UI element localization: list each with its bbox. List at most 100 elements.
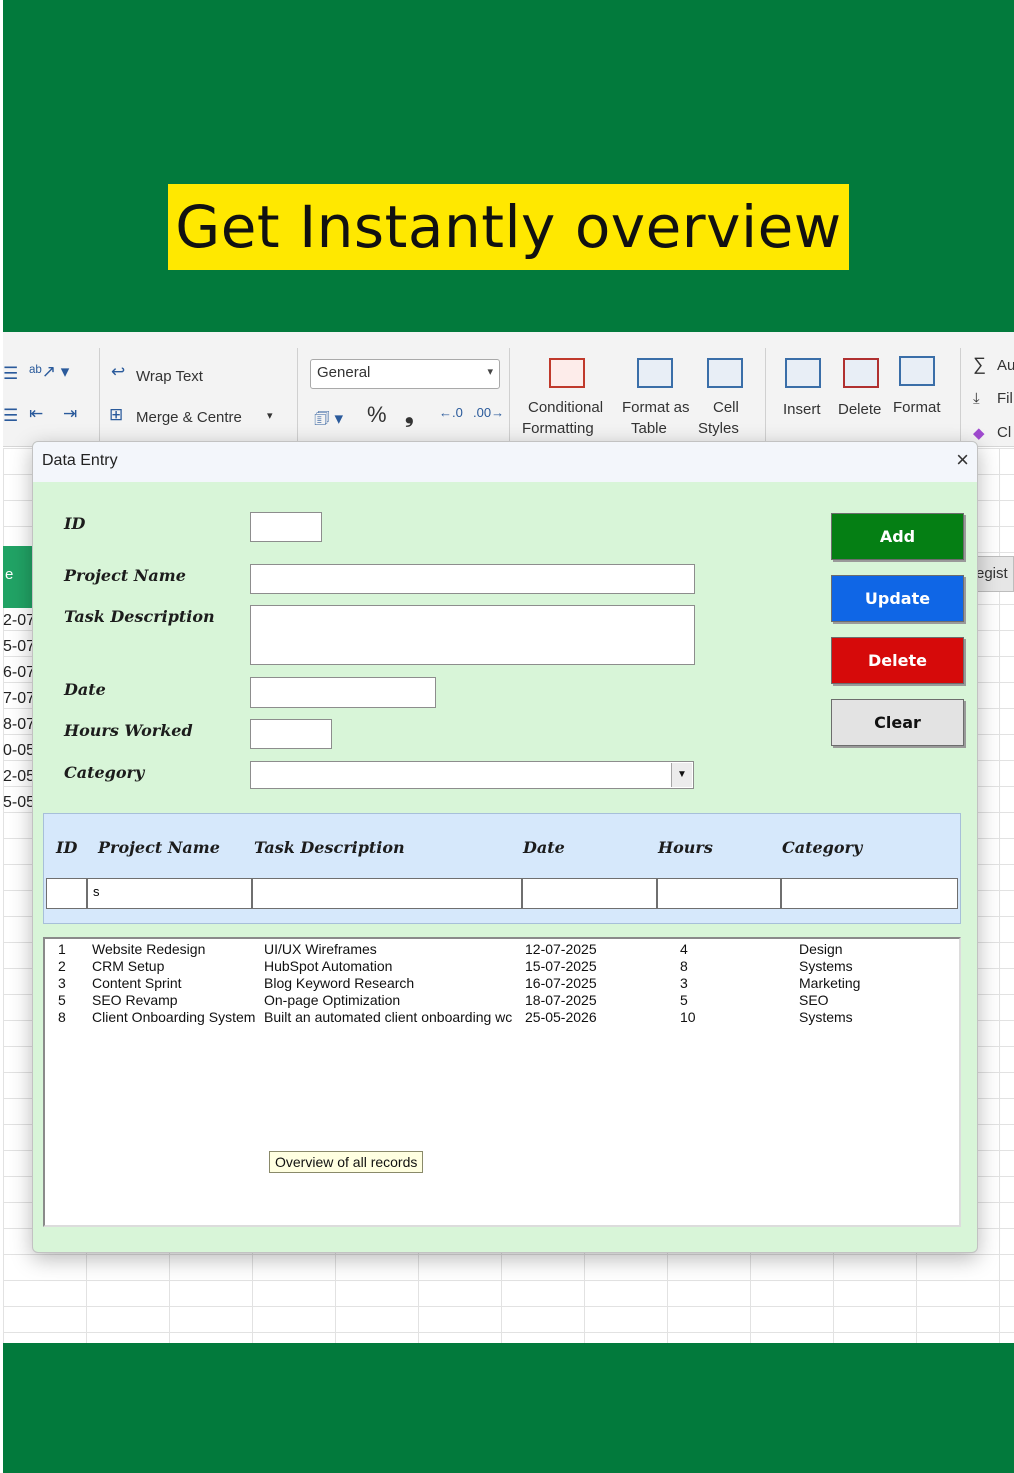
filter-id-text[interactable] [52, 884, 81, 899]
cell-value[interactable]: 0-05 [3, 742, 35, 760]
filter-task-description-input[interactable] [252, 878, 522, 909]
filter-header-project-name: Project Name [98, 838, 220, 857]
decrease-decimal-icon[interactable]: .00→ [473, 405, 504, 420]
currency-icon[interactable]: 🗊 ▾ [314, 406, 343, 435]
delete-button[interactable]: Delete [831, 637, 964, 684]
project-name-input[interactable] [251, 565, 694, 593]
record-date: 12-07-2025 [525, 941, 597, 957]
autosum-button[interactable]: Au [997, 357, 1014, 374]
cell-value[interactable]: 2-05 [3, 768, 35, 786]
conditional-formatting-label-1[interactable]: Conditional [528, 399, 603, 416]
decrease-indent-icon[interactable]: ⇤ [29, 404, 43, 424]
filter-id-input[interactable] [46, 878, 87, 909]
records-listbox[interactable]: 1 Website Redesign UI/UX Wireframes 12-0… [43, 937, 961, 1227]
list-item[interactable]: 2 CRM Setup HubSpot Automation 15-07-202… [45, 958, 959, 975]
merge-centre-icon: ⊞ [109, 405, 124, 424]
clear-icon: ◆ [973, 425, 985, 442]
record-project: CRM Setup [92, 958, 165, 974]
id-field[interactable] [250, 512, 322, 542]
cell-value[interactable]: 6-07 [3, 664, 35, 682]
increase-decimal-icon[interactable]: ←.0 [439, 405, 463, 420]
dialog-title: Data Entry [42, 452, 118, 469]
cell-value[interactable]: 8-07 [3, 716, 35, 734]
hours-worked-input[interactable] [251, 720, 331, 748]
merge-centre-button[interactable]: Merge & Centre [136, 409, 242, 426]
number-format-select[interactable]: General ▾ [310, 359, 500, 389]
comma-button[interactable]: ❟ [405, 402, 414, 428]
align-icon[interactable]: ☰ [3, 364, 18, 384]
conditional-formatting-icon [549, 358, 585, 388]
format-cells-button[interactable]: Format [893, 399, 941, 416]
cell-value[interactable]: 5-07 [3, 638, 35, 656]
format-as-table-label-1[interactable]: Format as [622, 399, 690, 416]
record-date: 25-05-2026 [525, 1009, 597, 1025]
cell-styles-label-1[interactable]: Cell [713, 399, 739, 416]
record-id: 2 [58, 958, 66, 974]
filter-panel: ID Project Name Task Description Date Ho… [43, 813, 961, 924]
filter-hours-input[interactable] [657, 878, 781, 909]
cell-styles-icon [707, 358, 743, 388]
insert-icon [785, 358, 821, 388]
headline: Get Instantly overview [168, 184, 849, 270]
list-item[interactable]: 3 Content Sprint Blog Keyword Research 1… [45, 975, 959, 992]
record-id: 8 [58, 1009, 66, 1025]
increase-indent-icon[interactable]: ⇥ [63, 404, 77, 424]
dialog-titlebar[interactable]: Data Entry × [33, 442, 977, 482]
filter-category-input[interactable] [781, 878, 958, 909]
category-combo[interactable]: ▼ [250, 761, 694, 789]
filter-category-text[interactable] [787, 884, 952, 899]
merge-dropdown-icon[interactable]: ▾ [267, 409, 273, 422]
list-item[interactable]: 1 Website Redesign UI/UX Wireframes 12-0… [45, 941, 959, 958]
add-button[interactable]: Add [831, 513, 964, 560]
cell-value[interactable]: 2-07 [3, 612, 35, 630]
filter-header-date: Date [523, 838, 565, 857]
clear-button[interactable]: Cl [997, 424, 1011, 441]
align-right-icon[interactable]: ☰ [3, 406, 18, 426]
fill-button[interactable]: Fil [997, 390, 1013, 407]
filter-hours-text[interactable] [663, 884, 775, 899]
format-as-table-label-2[interactable]: Table [631, 420, 667, 437]
register-button[interactable]: egist [975, 556, 1014, 592]
chevron-down-icon[interactable]: ▼ [671, 763, 692, 787]
record-task: HubSpot Automation [264, 958, 393, 974]
record-task: Built an automated client onboarding wc [264, 1009, 513, 1025]
task-description-input[interactable] [251, 606, 694, 664]
number-format-value: General [317, 364, 371, 381]
cell-value[interactable]: 7-07 [3, 690, 35, 708]
record-category: Systems [799, 1009, 853, 1025]
orientation-icon[interactable]: ᵃᵇ↗ ▾ [29, 362, 69, 382]
cell-value[interactable]: 5-05 [3, 794, 35, 812]
record-category: SEO [799, 992, 829, 1008]
record-task: On-page Optimization [264, 992, 401, 1008]
category-label: Category [64, 763, 145, 782]
fill-icon: ⤓ [973, 390, 980, 407]
wrap-text-button[interactable]: Wrap Text [136, 368, 203, 385]
filter-task-description-text[interactable] [258, 884, 516, 899]
close-icon[interactable]: × [956, 447, 969, 473]
hours-worked-field[interactable] [250, 719, 332, 749]
top-banner [3, 0, 1014, 332]
cell-styles-label-2[interactable]: Styles [698, 420, 739, 437]
filter-date-input[interactable] [522, 878, 657, 909]
filter-date-text[interactable] [528, 884, 651, 899]
autosum-icon: ∑ [973, 354, 986, 374]
task-description-field[interactable] [250, 605, 695, 665]
update-button[interactable]: Update [831, 575, 964, 622]
date-input[interactable] [251, 678, 435, 707]
filter-project-name-input[interactable] [87, 878, 252, 909]
clear-button[interactable]: Clear [831, 699, 964, 746]
filter-project-name-text[interactable] [93, 884, 246, 899]
list-item[interactable]: 8 Client Onboarding System Built an auto… [45, 1009, 959, 1026]
record-category: Design [799, 941, 843, 957]
id-input[interactable] [251, 513, 321, 541]
data-entry-dialog: Data Entry × ID Project Name Task Descri… [32, 441, 978, 1253]
list-item[interactable]: 5 SEO Revamp On-page Optimization 18-07-… [45, 992, 959, 1009]
record-project: Content Sprint [92, 975, 182, 991]
date-field[interactable] [250, 677, 436, 708]
project-name-field[interactable] [250, 564, 695, 594]
percent-button[interactable]: % [367, 402, 387, 428]
insert-button[interactable]: Insert [783, 401, 821, 418]
delete-cells-button[interactable]: Delete [838, 401, 881, 418]
category-input[interactable] [251, 762, 693, 788]
conditional-formatting-label-2[interactable]: Formatting [522, 420, 594, 437]
